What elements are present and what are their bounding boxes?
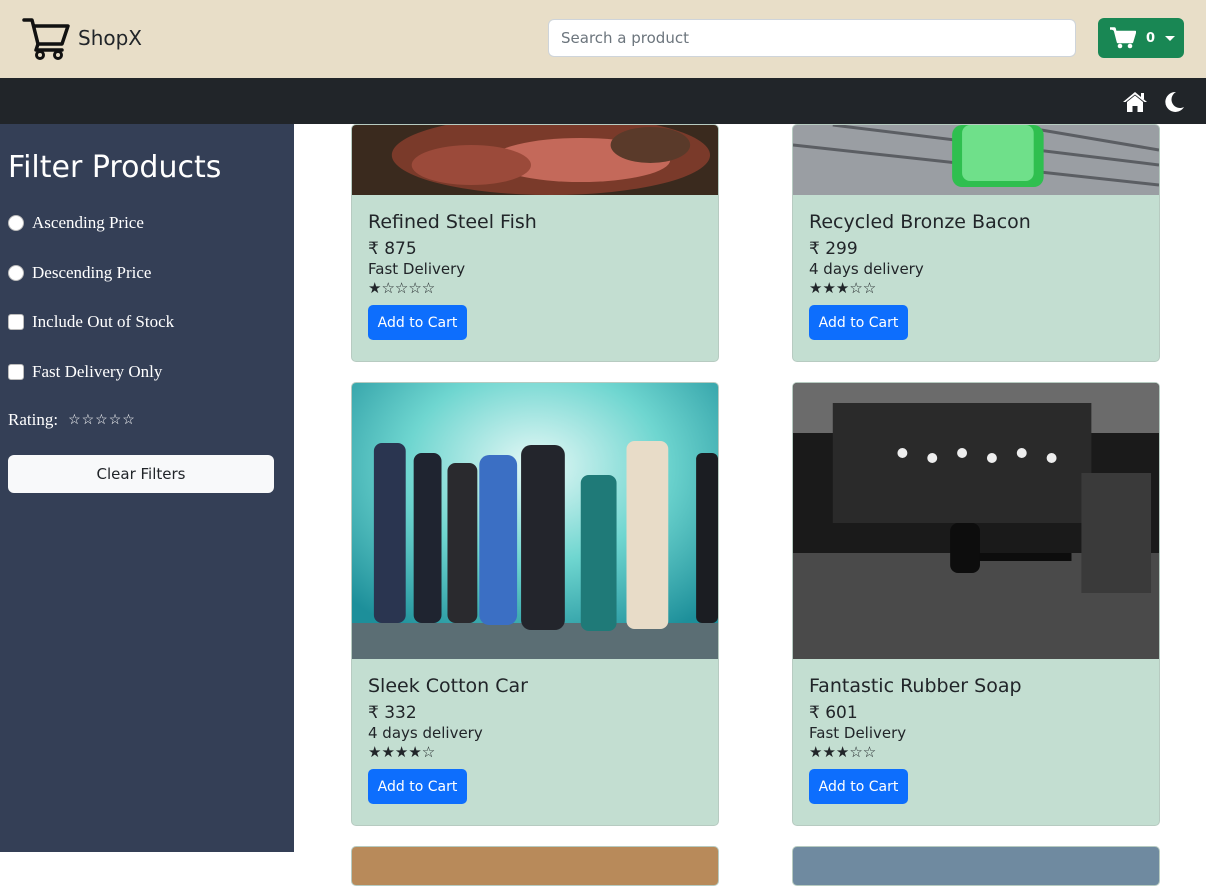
product-image[interactable] [793,125,1159,195]
product-rating: ★★★☆☆ [809,743,877,761]
fast-delivery-option[interactable]: Fast Delivery Only [8,362,162,382]
search-input[interactable] [548,19,1076,57]
add-to-cart-button[interactable]: Add to Cart [809,305,908,340]
home-icon[interactable] [1122,91,1148,113]
product-name: Fantastic Rubber Soap [809,675,1022,697]
add-to-cart-button[interactable]: Add to Cart [809,769,908,804]
brand[interactable]: ShopX [22,16,142,60]
product-card: Fantastic Rubber Soap ₹ 601 Fast Deliver… [792,382,1160,826]
product-rating: ★☆☆☆☆ [368,279,436,297]
product-card-body: Refined Steel Fish ₹ 875 Fast Delivery ★… [368,211,537,340]
product-name: Recycled Bronze Bacon [809,211,1031,233]
moon-icon[interactable] [1163,91,1185,113]
product-delivery: Fast Delivery [368,260,466,278]
clear-filters-button[interactable]: Clear Filters [8,455,274,493]
fast-delivery-checkbox[interactable] [8,364,24,380]
product-card-body: Recycled Bronze Bacon ₹ 299 4 days deliv… [809,211,1031,340]
product-card-body: Sleek Cotton Car ₹ 332 4 days delivery ★… [368,675,528,804]
rating-label: Rating: [8,410,59,429]
product-card: Sleek Cotton Car ₹ 332 4 days delivery ★… [351,382,719,826]
navbar [0,78,1206,124]
product-name: Sleek Cotton Car [368,675,528,697]
rating-star-selector[interactable]: ☆☆☆☆☆ [68,412,136,429]
sort-ascending-option[interactable]: Ascending Price [8,213,144,233]
product-price: ₹ 299 [809,239,858,259]
filter-sidebar: Filter Products Ascending Price Descendi… [0,124,294,852]
product-delivery: Fast Delivery [809,724,907,742]
rating-filter: Rating: ☆☆☆☆☆ [8,410,136,430]
product-card: Refined Steel Fish ₹ 875 Fast Delivery ★… [351,124,719,362]
product-image[interactable] [352,383,718,659]
sort-ascending-label: Ascending Price [32,213,144,232]
brand-name: ShopX [78,26,143,50]
add-to-cart-button[interactable]: Add to Cart [368,305,467,340]
sort-descending-radio[interactable] [8,265,24,281]
product-image[interactable] [793,383,1159,659]
cart-dropdown-button[interactable]: 0 [1098,18,1184,58]
product-rating: ★★★★☆ [368,743,436,761]
include-out-of-stock-option[interactable]: Include Out of Stock [8,312,174,332]
product-price: ₹ 332 [368,703,417,723]
product-card: Recycled Bronze Bacon ₹ 299 4 days deliv… [792,124,1160,362]
sort-descending-label: Descending Price [32,263,152,282]
product-delivery: 4 days delivery [809,260,924,278]
sort-descending-option[interactable]: Descending Price [8,263,151,283]
product-delivery: 4 days delivery [368,724,483,742]
add-to-cart-button[interactable]: Add to Cart [368,769,467,804]
filter-title: Filter Products [8,150,222,185]
product-image[interactable] [352,125,718,195]
product-card [792,846,1160,886]
cart-outline-icon [22,18,70,60]
chevron-down-icon [1165,35,1176,41]
product-card-body: Fantastic Rubber Soap ₹ 601 Fast Deliver… [809,675,1022,804]
product-name: Refined Steel Fish [368,211,537,233]
cart-count-badge: 0 [1146,30,1156,46]
include-out-of-stock-label: Include Out of Stock [32,312,175,331]
include-out-of-stock-checkbox[interactable] [8,314,24,330]
cart-icon [1110,27,1136,49]
top-header: ShopX 0 [0,0,1206,78]
fast-delivery-label: Fast Delivery Only [32,362,163,381]
product-price: ₹ 875 [368,239,417,259]
product-price: ₹ 601 [809,703,858,723]
sort-ascending-radio[interactable] [8,215,24,231]
product-rating: ★★★☆☆ [809,279,877,297]
product-card [351,846,719,886]
